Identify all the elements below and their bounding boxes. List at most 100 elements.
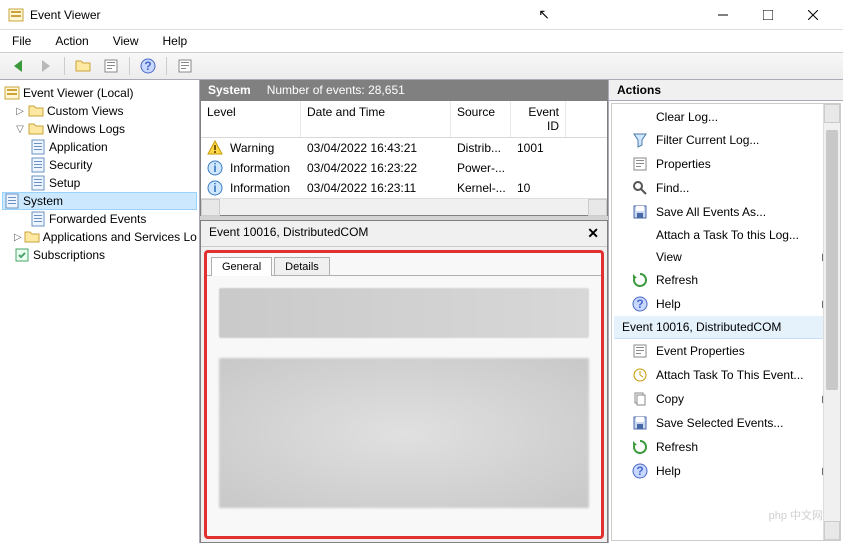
back-button[interactable] — [6, 55, 30, 77]
tree-label: Subscriptions — [33, 248, 105, 262]
toolbar-separator — [64, 57, 65, 75]
action-item[interactable]: Help▶ — [614, 292, 838, 316]
expand-icon[interactable]: ▷ — [14, 232, 22, 243]
tree-label: Application — [49, 140, 108, 154]
event-viewer-icon — [4, 85, 20, 101]
list-row[interactable]: Warning 03/04/2022 16:43:21 Distrib... 1… — [201, 138, 607, 158]
action-item[interactable]: Refresh — [614, 268, 838, 292]
col-event-id[interactable]: Event ID — [511, 101, 566, 137]
log-icon — [30, 175, 46, 191]
vertical-scrollbar[interactable] — [823, 104, 840, 540]
menu-file[interactable]: File — [8, 32, 35, 50]
view-pane-button[interactable] — [173, 55, 197, 77]
toolbar-separator — [129, 57, 130, 75]
event-count: Number of events: 28,651 — [267, 83, 405, 97]
action-item[interactable]: Clear Log... — [614, 106, 838, 128]
tree-root[interactable]: Event Viewer (Local) — [2, 84, 197, 102]
tree-security[interactable]: Security — [2, 156, 197, 174]
cell-level: Warning — [230, 141, 274, 155]
log-name: System — [208, 83, 251, 97]
action-item[interactable]: Help▶ — [614, 459, 838, 483]
tab-general[interactable]: General — [211, 257, 272, 276]
tree-setup[interactable]: Setup — [2, 174, 197, 192]
tab-details[interactable]: Details — [274, 257, 330, 276]
action-item[interactable]: Properties — [614, 152, 838, 176]
action-item[interactable]: Copy▶ — [614, 387, 838, 411]
event-list[interactable]: Level Date and Time Source Event ID Warn… — [200, 100, 608, 216]
horizontal-scrollbar[interactable] — [201, 198, 607, 215]
tree-label: Windows Logs — [47, 122, 125, 136]
action-item[interactable]: Filter Current Log... — [614, 128, 838, 152]
action-item[interactable]: Event Properties — [614, 339, 838, 363]
subscriptions-icon — [14, 247, 30, 263]
filter-icon — [632, 132, 648, 148]
help-icon — [632, 463, 648, 479]
action-item[interactable]: Save Selected Events... — [614, 411, 838, 435]
tree-root-label: Event Viewer (Local) — [23, 86, 134, 100]
task-icon — [632, 367, 648, 383]
action-item[interactable]: Attach a Task To this Log... — [614, 224, 838, 246]
cell-source: Distrib... — [451, 138, 511, 158]
tree-pane[interactable]: Event Viewer (Local) ▷ Custom Views ▽ Wi… — [0, 80, 200, 543]
action-item[interactable]: Attach Task To This Event... — [614, 363, 838, 387]
window-title: Event Viewer — [30, 8, 538, 22]
cell-source: Kernel-... — [451, 178, 511, 198]
cell-id: 1001 — [511, 138, 566, 158]
expand-icon[interactable]: ▷ — [14, 106, 26, 117]
log-icon — [30, 157, 46, 173]
list-row[interactable]: Information 03/04/2022 16:23:22 Power-..… — [201, 158, 607, 178]
refresh-icon — [632, 439, 648, 455]
action-item[interactable]: View▶ — [614, 246, 838, 268]
menu-help[interactable]: Help — [159, 32, 192, 50]
action-label: Attach a Task To this Log... — [656, 228, 799, 242]
minimize-button[interactable] — [700, 1, 745, 29]
action-label: Help — [656, 297, 681, 311]
tree-forwarded[interactable]: Forwarded Events — [2, 210, 197, 228]
col-date[interactable]: Date and Time — [301, 101, 451, 137]
center-pane: System Number of events: 28,651 Level Da… — [200, 80, 608, 543]
cell-source: Power-... — [451, 158, 511, 178]
action-item[interactable]: Save All Events As... — [614, 200, 838, 224]
tree-label: System — [23, 194, 63, 208]
tab-content-general — [207, 275, 601, 536]
tree-custom-views[interactable]: ▷ Custom Views — [2, 102, 197, 120]
blurred-content — [219, 358, 589, 508]
props-icon — [632, 156, 648, 172]
tree-application[interactable]: Application — [2, 138, 197, 156]
view-list-button[interactable] — [99, 55, 123, 77]
action-label: Find... — [656, 181, 689, 195]
props-icon — [632, 343, 648, 359]
action-label: Event Properties — [656, 344, 745, 358]
show-console-button[interactable] — [71, 55, 95, 77]
scroll-thumb[interactable] — [826, 130, 838, 390]
action-label: Help — [656, 464, 681, 478]
col-source[interactable]: Source — [451, 101, 511, 137]
actions-header: Actions — [609, 80, 843, 101]
forward-button[interactable] — [34, 55, 58, 77]
tree-windows-logs[interactable]: ▽ Windows Logs — [2, 120, 197, 138]
list-row[interactable]: Information 03/04/2022 16:23:11 Kernel-.… — [201, 178, 607, 198]
action-item[interactable]: Find... — [614, 176, 838, 200]
list-header: Level Date and Time Source Event ID — [201, 101, 607, 138]
toolbar — [0, 52, 843, 80]
collapse-icon[interactable]: ▽ — [14, 124, 26, 135]
help-button[interactable] — [136, 55, 160, 77]
warning-icon — [207, 140, 223, 156]
tree-system[interactable]: System — [2, 192, 197, 210]
tree-label: Custom Views — [47, 104, 123, 118]
col-level[interactable]: Level — [201, 101, 301, 137]
maximize-button[interactable] — [745, 1, 790, 29]
menu-view[interactable]: View — [109, 32, 143, 50]
close-button[interactable] — [790, 1, 835, 29]
action-label: View — [656, 250, 682, 264]
action-label: Properties — [656, 157, 711, 171]
tree-subscriptions[interactable]: Subscriptions — [2, 246, 197, 264]
menu-action[interactable]: Action — [51, 32, 92, 50]
actions-section-header[interactable]: Event 10016, DistributedCOM ▴ — [614, 316, 838, 339]
cell-date: 03/04/2022 16:23:22 — [301, 158, 451, 178]
tree-apps-services[interactable]: ▷ Applications and Services Lo — [2, 228, 197, 246]
action-label: Copy — [656, 392, 684, 406]
detail-body-highlighted: General Details — [204, 250, 604, 539]
detail-close-button[interactable]: ✕ — [587, 225, 599, 242]
action-item[interactable]: Refresh — [614, 435, 838, 459]
